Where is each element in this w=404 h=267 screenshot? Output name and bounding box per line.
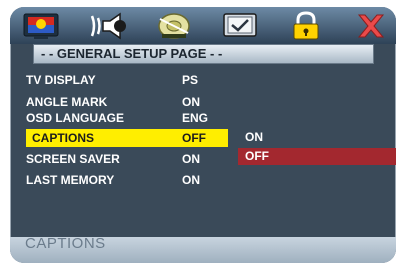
- general-setup-icon[interactable]: [18, 10, 66, 41]
- lock-icon[interactable]: [282, 10, 330, 41]
- submenu-option-on[interactable]: ON: [238, 129, 396, 146]
- preference-monitor-icon[interactable]: [216, 10, 264, 41]
- menu-item-label: OSD LANGUAGE: [26, 111, 125, 125]
- menu-item-captions[interactable]: CAPTIONS OFF: [26, 129, 228, 147]
- audio-speaker-icon[interactable]: [84, 10, 132, 41]
- menu-item-value: OFF: [182, 131, 206, 145]
- page-title-bar: - - GENERAL SETUP PAGE - -: [33, 44, 374, 64]
- page-title: - - GENERAL SETUP PAGE - -: [41, 46, 223, 61]
- exit-icon[interactable]: [347, 10, 395, 41]
- menu-item-value: PS: [182, 73, 199, 87]
- menu-item-value: ON: [182, 173, 200, 187]
- top-icon-bar: [10, 7, 396, 44]
- menu-item-value: ON: [182, 152, 200, 166]
- setup-menu-panel: - - GENERAL SETUP PAGE - - TV DISPLAY PS…: [10, 7, 396, 263]
- menu-item-label: SCREEN SAVER: [26, 152, 120, 166]
- menu-item-label: TV DISPLAY: [26, 73, 96, 87]
- menu-item-value: ENG: [182, 111, 209, 125]
- status-text: CAPTIONS: [25, 235, 106, 252]
- menu-item-label: LAST MEMORY: [26, 173, 115, 187]
- menu-item-label: CAPTIONS: [32, 131, 95, 145]
- video-disc-icon[interactable]: [150, 10, 198, 41]
- submenu-option-off[interactable]: OFF: [238, 148, 396, 165]
